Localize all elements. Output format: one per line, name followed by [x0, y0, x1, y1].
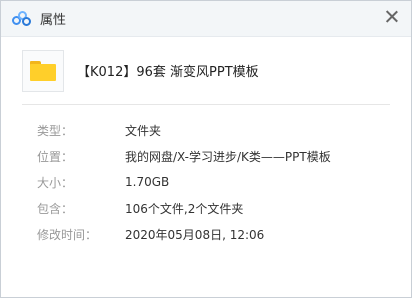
- property-value: 2020年05月08日, 12:06: [125, 227, 265, 242]
- folder-icon: [22, 49, 64, 92]
- file-name: 【K012】96套 渐变风PPT模板: [77, 65, 259, 80]
- app-logo-icon: [12, 10, 32, 27]
- property-row-size: 大小： 1.70GB: [1, 169, 411, 195]
- property-row-contains: 包含： 106个文件,2个文件夹: [1, 195, 411, 221]
- file-header: 【K012】96套 渐变风PPT模板: [1, 37, 411, 104]
- dialog-title: 属性: [40, 13, 67, 28]
- property-value: 文件夹: [125, 123, 162, 138]
- properties-list: 类型： 文件夹 位置： 我的网盘/X-学习进步/K类——PPT模板 大小： 1.…: [1, 105, 411, 247]
- property-label: 类型：: [37, 123, 74, 138]
- property-row-location: 位置： 我的网盘/X-学习进步/K类——PPT模板: [1, 143, 411, 169]
- property-value: 106个文件,2个文件夹: [125, 201, 244, 216]
- property-value: 我的网盘/X-学习进步/K类——PPT模板: [125, 149, 331, 164]
- property-row-modified: 修改时间： 2020年05月08日, 12:06: [1, 221, 411, 247]
- property-label: 修改时间：: [37, 227, 98, 242]
- property-label: 包含：: [37, 201, 74, 216]
- property-value: 1.70GB: [125, 175, 170, 189]
- properties-dialog: 属性 【K012】96套 渐变风PPT模板 类型： 文件夹 位置： 我的网盘/X…: [0, 0, 412, 298]
- close-icon[interactable]: [383, 8, 401, 26]
- title-bar: 属性: [1, 1, 411, 37]
- property-row-type: 类型： 文件夹: [1, 117, 411, 143]
- property-label: 位置：: [37, 149, 74, 164]
- property-label: 大小：: [37, 175, 74, 190]
